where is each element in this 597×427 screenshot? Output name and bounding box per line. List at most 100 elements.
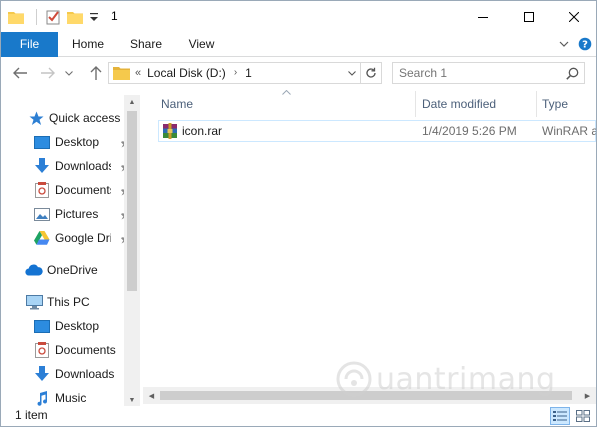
file-name: icon.rar <box>182 124 223 138</box>
sidebar-item-label: Downloads <box>55 159 111 173</box>
folder-icon[interactable] <box>7 8 25 26</box>
sidebar-item-documents[interactable]: Documents <box>33 179 137 201</box>
sidebar-item-pc-music[interactable]: Music <box>33 387 86 407</box>
address-dropdown-button[interactable] <box>345 63 359 83</box>
download-icon <box>33 157 51 175</box>
search-icon[interactable] <box>563 65 581 81</box>
arrow-up-icon <box>90 66 102 80</box>
sidebar-item-label: Pictures <box>55 207 99 221</box>
watermark: uantrimang <box>336 359 556 399</box>
breadcrumb-local-disk[interactable]: Local Disk (D:) <box>147 63 226 83</box>
help-button[interactable]: ? <box>577 35 593 53</box>
sidebar-item-quick-access[interactable]: Quick access <box>27 107 120 129</box>
large-icons-view-button[interactable] <box>573 407 593 425</box>
scroll-left-icon[interactable]: ◀ <box>143 387 160 404</box>
sidebar-item-label: Desktop <box>55 135 100 149</box>
music-icon <box>33 389 51 407</box>
download-icon <box>33 365 51 383</box>
close-button[interactable] <box>551 1 596 32</box>
breadcrumb-folder-1[interactable]: 1 <box>245 63 252 83</box>
breadcrumb: « Local Disk (D:) › 1 <box>135 63 252 83</box>
file-type: WinRAR archive <box>542 124 596 138</box>
tab-share[interactable]: Share <box>126 32 166 57</box>
desktop-icon <box>33 133 51 151</box>
sidebar-item-onedrive[interactable]: OneDrive <box>25 259 98 281</box>
sidebar-item-label: Documents <box>55 343 116 357</box>
sidebar-item-label: Quick access <box>49 111 121 125</box>
sidebar-item-label: Google Drive <box>55 231 111 245</box>
google-drive-icon <box>33 229 51 247</box>
explorer-window: 1 File Home Share View ? « Local Disk (D… <box>0 0 597 427</box>
up-button[interactable] <box>86 63 106 83</box>
file-row[interactable]: icon.rar 1/4/2019 5:26 PM WinRAR archive <box>158 120 596 142</box>
sidebar-item-pc-documents[interactable]: Documents <box>33 339 116 361</box>
scroll-right-icon[interactable]: ▶ <box>579 387 596 404</box>
breadcrumb-overflow[interactable]: « <box>135 63 141 83</box>
search-box[interactable] <box>392 62 585 84</box>
tab-view[interactable]: View <box>184 32 219 57</box>
maximize-icon <box>524 11 534 22</box>
sidebar-item-desktop[interactable]: Desktop <box>33 131 137 153</box>
expand-ribbon-button[interactable] <box>557 35 571 53</box>
sidebar-item-pc-desktop[interactable]: Desktop <box>33 315 99 337</box>
desktop-icon <box>33 317 51 335</box>
status-bar: 1 item <box>1 406 596 426</box>
column-header-date-modified[interactable]: Date modified <box>422 95 496 113</box>
forward-button[interactable] <box>38 63 58 83</box>
sidebar-item-this-pc[interactable]: This PC <box>25 291 90 313</box>
title-bar: 1 <box>1 1 596 32</box>
details-view-button[interactable] <box>550 407 570 425</box>
sidebar-item-label: Downloads <box>55 367 115 381</box>
back-button[interactable] <box>10 63 30 83</box>
folder-icon <box>113 67 130 80</box>
column-divider[interactable] <box>415 91 416 117</box>
winrar-archive-icon <box>163 123 177 139</box>
sidebar-item-label: Music <box>55 391 87 405</box>
customize-toolbar-icon[interactable] <box>88 9 100 25</box>
watermark-logo-icon <box>336 361 372 397</box>
star-icon <box>27 109 45 127</box>
watermark-text: uantrimang <box>376 361 556 397</box>
scrollbar-thumb[interactable] <box>127 111 137 291</box>
window-title: 1 <box>111 9 118 23</box>
address-bar[interactable]: « Local Disk (D:) › 1 <box>108 62 382 84</box>
scroll-down-icon[interactable]: ▼ <box>124 393 140 407</box>
cloud-icon <box>25 261 43 279</box>
large-icons-view-icon <box>576 410 590 422</box>
sidebar-item-label: This PC <box>47 295 90 309</box>
column-header-name[interactable]: Name <box>161 95 193 113</box>
navigation-pane-scrollbar[interactable]: ▲ ▼ <box>124 95 140 407</box>
refresh-button[interactable] <box>360 63 381 83</box>
tab-home[interactable]: Home <box>68 32 108 57</box>
arrow-left-icon <box>13 67 27 79</box>
help-icon: ? <box>578 37 592 51</box>
file-date-modified: 1/4/2019 5:26 PM <box>422 124 517 138</box>
chevron-down-icon <box>348 70 356 76</box>
quick-access-toolbar <box>7 7 100 27</box>
column-divider[interactable] <box>536 91 537 117</box>
computer-icon <box>25 293 43 311</box>
breadcrumb-separator[interactable]: › <box>234 63 237 83</box>
sidebar-item-pc-downloads[interactable]: Downloads <box>33 363 114 385</box>
search-input[interactable] <box>399 65 559 81</box>
new-folder-icon[interactable] <box>66 8 84 26</box>
ribbon-tabs: File Home Share View ? <box>1 32 596 57</box>
documents-icon <box>33 341 51 359</box>
navigation-row: « Local Disk (D:) › 1 <box>1 57 596 89</box>
close-icon <box>569 11 579 22</box>
sidebar-item-label: Documents <box>55 183 111 197</box>
arrow-right-icon <box>41 67 55 79</box>
scroll-up-icon[interactable]: ▲ <box>124 95 140 109</box>
sidebar-item-label: Desktop <box>55 319 100 333</box>
column-header-type[interactable]: Type <box>542 95 568 113</box>
properties-icon[interactable] <box>44 8 62 26</box>
recent-locations-button[interactable] <box>63 63 75 83</box>
sidebar-item-label: OneDrive <box>47 263 98 277</box>
sidebar-item-downloads[interactable]: Downloads <box>33 155 137 177</box>
sidebar-item-google-drive[interactable]: Google Drive <box>33 227 137 249</box>
sidebar-item-pictures[interactable]: Pictures <box>33 203 137 225</box>
minimize-button[interactable] <box>460 1 506 32</box>
tab-file[interactable]: File <box>1 32 58 57</box>
refresh-icon <box>366 67 376 78</box>
maximize-button[interactable] <box>506 1 552 32</box>
